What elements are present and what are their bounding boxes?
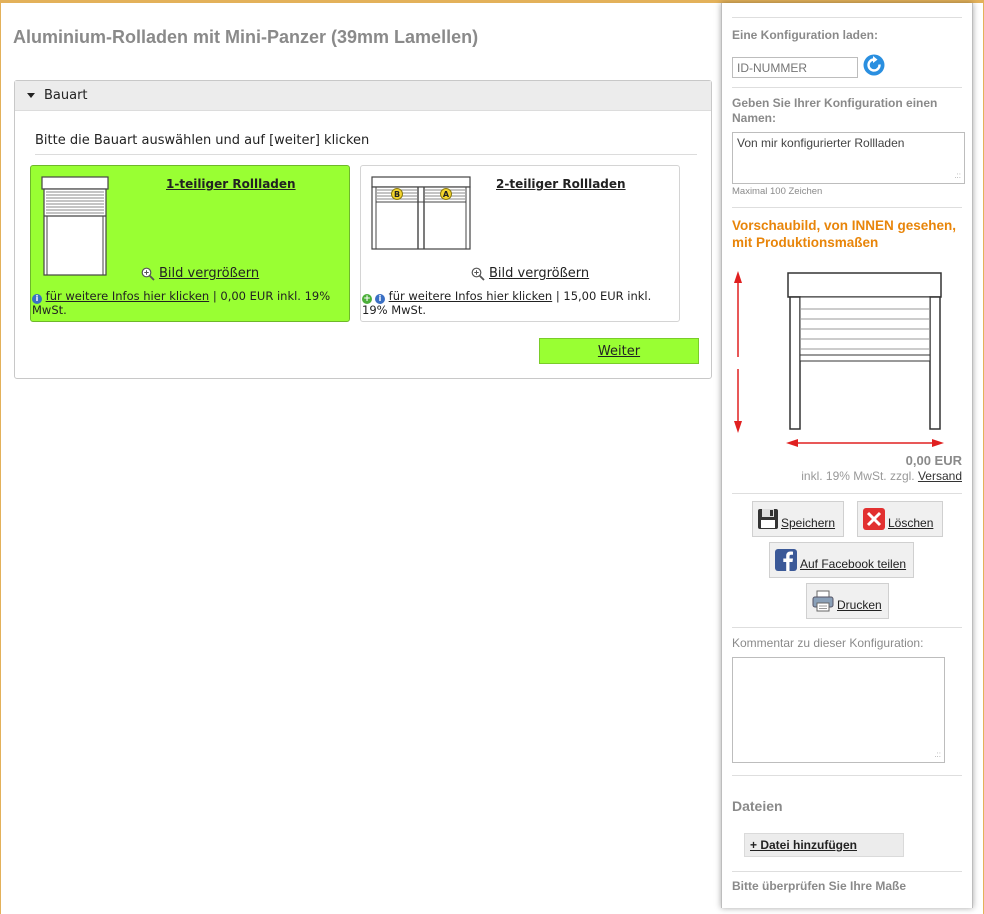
divider xyxy=(732,871,962,872)
width-arrow-icon xyxy=(786,439,944,447)
comment-label: Kommentar zu dieser Konfiguration: xyxy=(732,636,924,650)
option-1-title[interactable]: 1-teiliger Rollladen xyxy=(166,177,296,191)
divider xyxy=(732,207,962,208)
shutter-1-teilig-icon xyxy=(41,176,109,276)
option-1-teilig[interactable]: 1-teiliger Rollladen Bild vergrößern i f… xyxy=(30,165,350,322)
weiter-button[interactable]: Weiter xyxy=(539,338,699,364)
print-label: Drucken xyxy=(837,598,882,612)
divider xyxy=(732,17,962,18)
badge-b: B xyxy=(391,188,403,200)
option-1-zoom-label: Bild vergrößern xyxy=(159,266,260,281)
option-2-title[interactable]: 2-teiliger Rollladen xyxy=(496,177,626,191)
floppy-disk-icon xyxy=(758,509,778,529)
option-2-info-link[interactable]: für weitere Infos hier klicken xyxy=(389,289,553,303)
max-chars-note: Maximal 100 Zeichen xyxy=(732,186,823,197)
refresh-icon[interactable] xyxy=(862,53,886,77)
option-1-zoom[interactable]: Bild vergrößern xyxy=(141,266,259,281)
preview-title: Vorschaubild, von INNEN gesehen, mit Pro… xyxy=(732,218,957,250)
option-2-info: + i für weitere Infos hier klicken | 15,0… xyxy=(362,290,678,317)
config-sidebar: Eine Konfiguration laden: Geben Sie Ihre… xyxy=(721,3,973,908)
printer-icon xyxy=(812,590,834,612)
config-name-value: Von mir konfigurierter Rollladen xyxy=(737,136,905,150)
add-file-button[interactable]: + Datei hinzufügen xyxy=(744,833,904,857)
facebook-share-button[interactable]: Auf Facebook teilen xyxy=(769,542,914,578)
vat-note: inkl. 19% MwSt. zzgl. xyxy=(801,469,918,483)
badge-a: A xyxy=(440,188,452,200)
option-1-info: i für weitere Infos hier klicken | 0,00 … xyxy=(32,290,348,317)
id-number-input[interactable] xyxy=(732,57,858,78)
bauart-header[interactable]: Bauart xyxy=(15,81,711,111)
facebook-icon xyxy=(775,549,797,571)
facebook-label: Auf Facebook teilen xyxy=(800,557,907,571)
save-label: Speichern xyxy=(781,516,836,530)
option-1-info-link[interactable]: für weitere Infos hier klicken xyxy=(46,289,210,303)
price-note: inkl. 19% MwSt. zzgl. Versand xyxy=(801,469,962,483)
delete-button[interactable]: Löschen xyxy=(857,501,943,537)
resize-grip-icon[interactable]: .:: xyxy=(934,751,941,759)
option-2-zoom-label: Bild vergrößern xyxy=(489,266,590,281)
config-name-textarea[interactable]: Von mir konfigurierter Rollladen .:: xyxy=(732,132,965,184)
magnifier-plus-icon xyxy=(471,267,485,281)
bauart-instruction: Bitte die Bauart auswählen und auf [weit… xyxy=(35,133,697,155)
page-title: Aluminium-Rolladen mit Mini-Panzer (39mm… xyxy=(13,27,479,47)
shipping-link[interactable]: Versand xyxy=(918,469,962,483)
collapse-triangle-icon xyxy=(27,93,35,98)
shutter-preview-drawing xyxy=(734,271,944,447)
resize-grip-icon[interactable]: .:: xyxy=(954,172,961,180)
config-name-label: Geben Sie Ihrer Konfiguration einen Name… xyxy=(732,96,938,125)
check-dimensions-note: Bitte überprüfen Sie Ihre Maße xyxy=(732,879,907,893)
magnifier-plus-icon xyxy=(141,267,155,281)
divider xyxy=(732,493,962,494)
option-2-teilig[interactable]: B A 2-teiliger Rollladen Bild vergrößern… xyxy=(360,165,680,322)
bauart-header-label: Bauart xyxy=(44,88,88,103)
height-arrow-icon xyxy=(734,271,742,433)
divider xyxy=(732,627,962,628)
option-2-zoom[interactable]: Bild vergrößern xyxy=(471,266,589,281)
comment-textarea[interactable]: .:: xyxy=(732,657,945,763)
close-red-icon xyxy=(863,508,885,530)
divider xyxy=(732,775,962,776)
shutter-2-teilig-icon xyxy=(371,176,471,250)
files-title: Dateien xyxy=(732,798,783,814)
load-config-label: Eine Konfiguration laden: xyxy=(732,28,878,42)
save-button[interactable]: Speichern xyxy=(752,501,844,537)
total-price: 0,00 EUR xyxy=(905,453,962,468)
bauart-panel: Bauart Bitte die Bauart auswählen und au… xyxy=(14,80,712,379)
divider xyxy=(732,87,962,88)
print-button[interactable]: Drucken xyxy=(806,583,889,619)
delete-label: Löschen xyxy=(888,516,934,530)
